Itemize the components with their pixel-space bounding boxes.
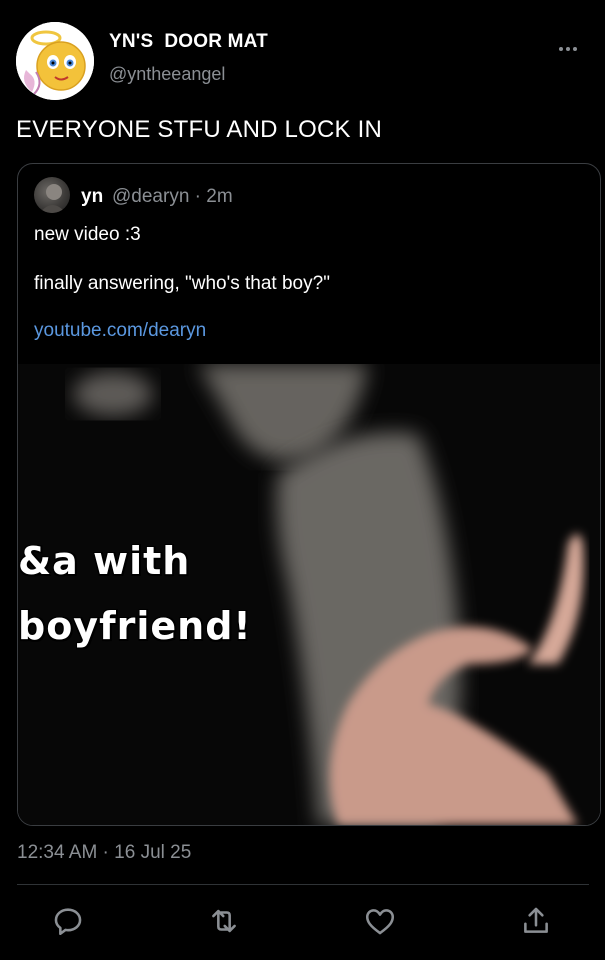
divider — [17, 884, 589, 885]
media-caption-line-2: boyfriend! — [18, 604, 252, 648]
quoted-author-meta: @dearyn · 2m — [112, 186, 233, 207]
share-icon — [524, 907, 548, 933]
quoted-tweet-link[interactable]: youtube.com/dearyn — [34, 320, 206, 342]
author-avatar[interactable] — [16, 22, 94, 100]
quoted-tweet[interactable]: yn @dearyn · 2m new video :3 finally ans… — [17, 163, 601, 826]
quoted-tweet-media[interactable]: &a with boyfriend! — [18, 364, 600, 825]
author-display-name[interactable]: YN'S DOOR MAT — [109, 31, 268, 53]
like-icon — [365, 909, 395, 935]
retweet-icon — [212, 909, 236, 933]
tweet-text: EVERYONE STFU AND LOCK IN — [16, 116, 382, 143]
author-handle[interactable]: @yntheeangel — [109, 64, 225, 85]
tweet-timestamp[interactable]: 12:34 AM · 16 Jul 25 — [17, 842, 191, 864]
tweet-actions — [0, 896, 605, 946]
reply-button[interactable] — [51, 904, 85, 938]
like-button[interactable] — [363, 904, 397, 938]
retweet-button[interactable] — [207, 904, 241, 938]
reply-icon — [54, 908, 82, 936]
more-options-icon[interactable] — [559, 38, 581, 51]
quoted-tweet-line-2: finally answering, "who's that boy?" — [34, 273, 330, 294]
media-caption-line-1: &a with — [18, 539, 191, 583]
quoted-tweet-line-1: new video :3 — [34, 224, 141, 245]
quoted-author-name[interactable]: yn — [81, 186, 103, 208]
media-image — [18, 364, 600, 825]
smiley-angel-avatar-icon — [16, 22, 94, 100]
tweet-header: YN'S DOOR MAT @yntheeangel — [16, 22, 589, 102]
share-button[interactable] — [519, 904, 553, 938]
quoted-author-avatar[interactable] — [34, 177, 70, 213]
